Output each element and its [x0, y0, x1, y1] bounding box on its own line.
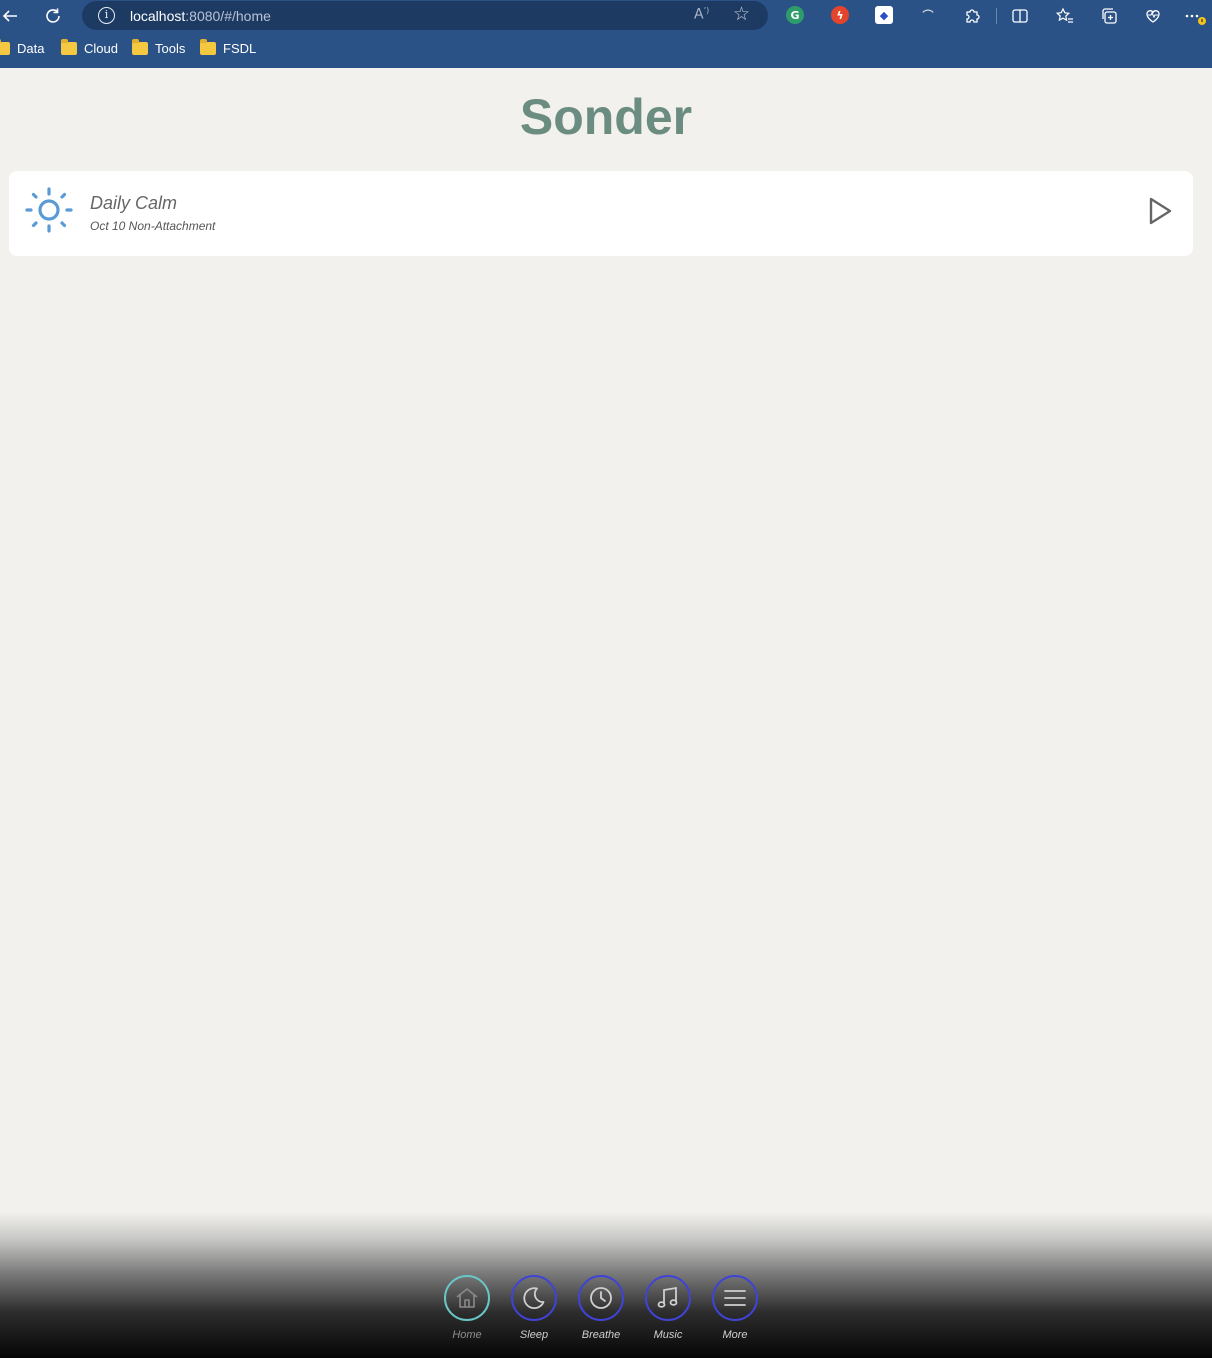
sun-icon: [25, 187, 73, 233]
browser-toolbar: i localhost:8080/#/home Aʼ) ☆ G ϟ ◆ ⌒: [0, 0, 1212, 32]
grammarly-extension-icon[interactable]: G: [786, 6, 804, 24]
nav-item-breathe[interactable]: Breathe: [577, 1275, 625, 1341]
nav-item-music[interactable]: Music: [644, 1275, 692, 1341]
nav-breathe-button[interactable]: [578, 1275, 624, 1321]
nav-item-more[interactable]: More: [711, 1275, 759, 1341]
bookmark-label: Tools: [155, 41, 186, 56]
favorite-star-icon[interactable]: ☆: [733, 3, 750, 25]
folder-icon: [61, 39, 77, 55]
site-info-icon[interactable]: i: [98, 7, 115, 24]
menu-icon: [724, 1290, 746, 1306]
music-note-icon: [657, 1286, 678, 1308]
more-options-icon[interactable]: [1184, 4, 1208, 28]
arc-extension-icon[interactable]: ⌒: [919, 6, 937, 24]
nav-label: Sleep: [519, 1329, 549, 1341]
bookmark-label: Cloud: [84, 41, 118, 56]
address-url[interactable]: localhost:8080/#/home: [130, 8, 271, 24]
folder-icon: [200, 39, 216, 55]
bookmark-tools[interactable]: Tools: [132, 39, 186, 56]
bookmark-data[interactable]: Data: [0, 39, 45, 56]
shield-extension-icon[interactable]: ◆: [875, 6, 893, 24]
play-icon[interactable]: [1146, 195, 1174, 227]
favorites-list-icon[interactable]: [1053, 4, 1077, 28]
nav-label: Home: [452, 1329, 482, 1341]
card-title: Daily Calm: [90, 193, 178, 213]
nav-label: Breathe: [581, 1329, 621, 1341]
nav-music-button[interactable]: [645, 1275, 691, 1321]
bookmark-label: Data: [17, 41, 45, 56]
moon-icon: [523, 1287, 545, 1309]
url-path: :8080/#/home: [185, 8, 271, 24]
refresh-icon[interactable]: [41, 4, 65, 28]
nav-item-sleep[interactable]: Sleep: [510, 1275, 558, 1341]
split-screen-icon[interactable]: [1008, 4, 1032, 28]
home-icon: [456, 1288, 478, 1308]
browser-chrome: i localhost:8080/#/home Aʼ) ☆ G ϟ ◆ ⌒ Da…: [0, 0, 1212, 68]
page-title: Sonder: [519, 89, 693, 145]
nav-sleep-button[interactable]: [511, 1275, 557, 1321]
collections-icon[interactable]: [1097, 4, 1121, 28]
bookmark-cloud[interactable]: Cloud: [61, 39, 118, 56]
bookmarks-bar: Data Cloud Tools FSDL: [0, 36, 1212, 64]
clock-icon: [590, 1287, 612, 1309]
card-subtitle: Oct 10 Non-Attachment: [90, 219, 216, 233]
nav-label: More: [722, 1329, 748, 1341]
back-arrow-icon[interactable]: [0, 4, 22, 28]
bookmark-fsdl[interactable]: FSDL: [200, 39, 257, 56]
url-host: localhost: [130, 8, 186, 24]
extensions-puzzle-icon[interactable]: [960, 4, 984, 28]
daily-calm-card[interactable]: Daily Calm Oct 10 Non-Attachment: [9, 171, 1193, 256]
bookmark-label: FSDL: [223, 41, 257, 56]
address-bar[interactable]: i localhost:8080/#/home Aʼ) ☆: [82, 1, 768, 30]
nav-item-home[interactable]: Home: [443, 1275, 491, 1341]
folder-icon: [0, 39, 10, 55]
nav-label: Music: [653, 1329, 683, 1341]
red-extension-icon[interactable]: ϟ: [831, 6, 849, 24]
read-aloud-icon[interactable]: Aʼ): [694, 6, 709, 23]
nav-home-button[interactable]: [444, 1275, 490, 1321]
bottom-navigation: Home Sleep Breathe Music More: [0, 1212, 1212, 1358]
browser-essentials-icon[interactable]: [1141, 4, 1165, 28]
toolbar-divider: [996, 8, 997, 24]
nav-more-button[interactable]: [712, 1275, 758, 1321]
folder-icon: [132, 39, 148, 55]
